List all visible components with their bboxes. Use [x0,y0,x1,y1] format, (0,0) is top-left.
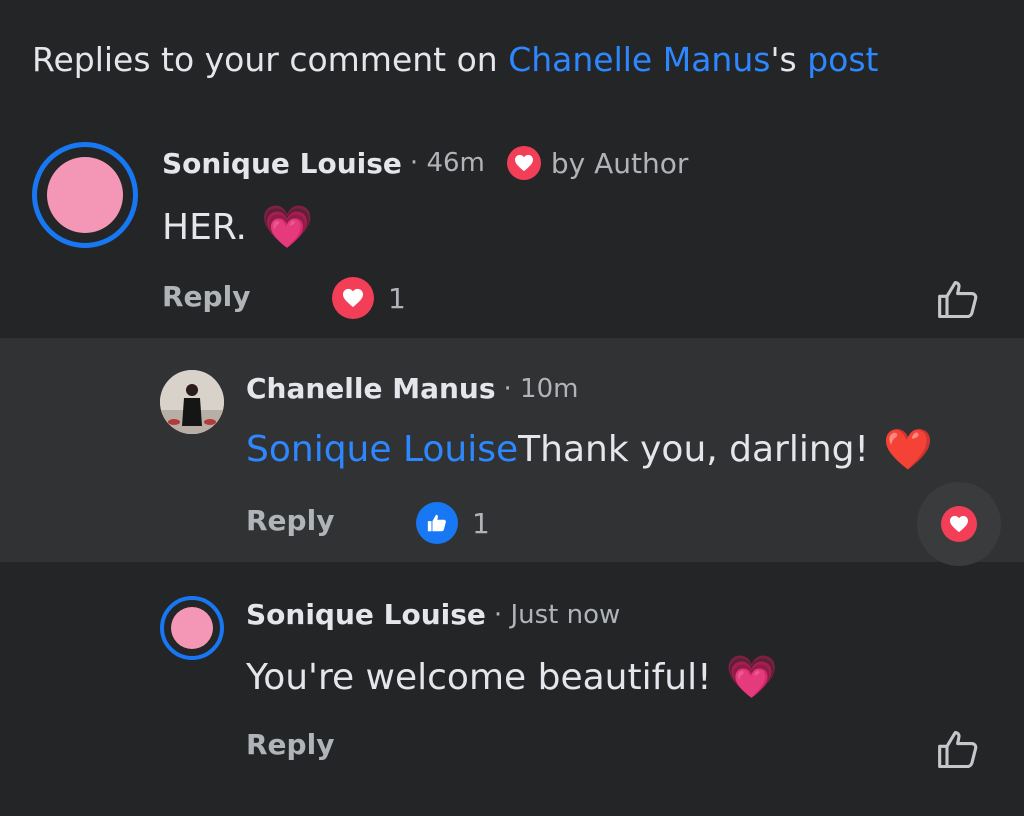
comment-time[interactable]: · Just now [494,600,620,630]
author-reaction-badge: by Author [506,146,689,180]
pink-heart-emoji: 💗 [261,202,314,251]
thread-header: Replies to your comment on Chanelle Manu… [32,40,879,79]
avatar[interactable] [160,596,224,660]
reply-button[interactable]: Reply [162,280,250,313]
avatar[interactable] [160,370,224,434]
post-link[interactable]: post [807,40,878,79]
comment-text: Thank you, darling! [518,429,869,470]
reaction-count: 1 [472,506,490,540]
like-button-icon[interactable] [936,728,980,772]
header-possessive: 's [770,40,808,79]
reaction-summary[interactable]: 1 [332,277,406,319]
comment-time[interactable]: · 46m [410,148,485,178]
red-heart-emoji: ❤️ [882,427,933,473]
reaction-summary[interactable]: 1 [416,502,490,544]
commenter-name[interactable]: Chanelle Manus [246,372,496,405]
commenter-name[interactable]: Sonique Louise [246,598,486,631]
comment-text: You're welcome beautiful! [246,656,712,698]
heart-react-button[interactable] [917,482,1001,566]
avatar[interactable] [32,142,138,248]
pink-heart-emoji: 💗 [725,652,778,701]
comment-time[interactable]: · 10m [504,374,579,404]
heart-icon [506,146,541,180]
notification-thread: Replies to your comment on Chanelle Manu… [0,0,1024,816]
heart-reaction-icon [332,277,374,319]
reply-button[interactable]: Reply [246,504,334,537]
header-prefix: Replies to your comment on [32,40,509,79]
comment-text: HER. [162,206,247,248]
comment: Sonique Louise · Just now You're welcome… [0,562,1024,816]
reaction-count: 1 [388,281,406,315]
comment: Chanelle Manus · 10m Sonique Louise Than… [0,338,1024,566]
post-author-link[interactable]: Chanelle Manus [508,40,770,79]
comment: Sonique Louise · 46m by Author HER. 💗 Re… [0,120,1024,338]
mention-link[interactable]: Sonique Louise [246,429,518,470]
badge-label: by Author [550,146,689,180]
heart-icon [941,506,977,542]
commenter-name[interactable]: Sonique Louise [162,147,402,180]
reply-button[interactable]: Reply [246,728,334,761]
like-button-icon[interactable] [936,278,980,322]
like-reaction-icon [416,502,458,544]
